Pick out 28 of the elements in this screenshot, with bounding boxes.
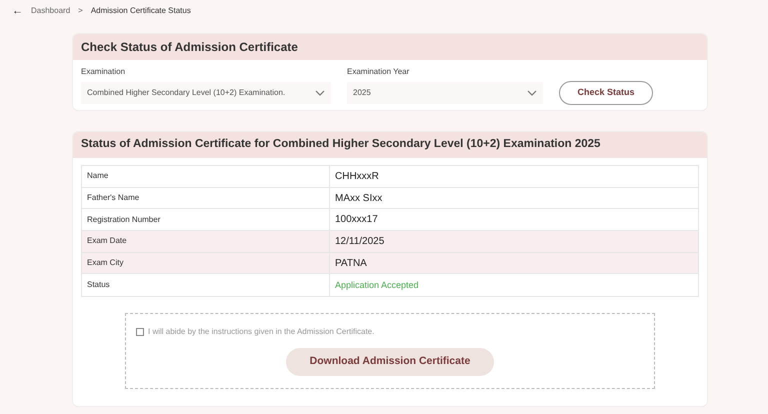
agreement-text: I will abide by the instructions given in the Admission Certificate. (148, 326, 374, 338)
table-cell: Exam City (87, 257, 124, 270)
card-title: Status of Admission Certificate for Combined Higher Secondary Level (10+2) Examination 2025 (81, 137, 600, 152)
field-label: Examination (81, 66, 126, 78)
examination-select[interactable]: Combined Higher Secondary Level (10+2) Examination. (81, 82, 331, 104)
field-label: Examination Year (347, 66, 410, 78)
table-cell-text: 12/11/2025 (335, 234, 384, 249)
checkbox[interactable] (136, 328, 144, 336)
chevron-down-icon (527, 90, 537, 96)
download-button[interactable]: Download Admission Certificate (286, 348, 494, 376)
table-cell-text: CHHxxxR (335, 170, 379, 184)
back-arrow[interactable]: ← (12, 2, 23, 20)
year-select[interactable]: 2025 (347, 82, 543, 104)
table-cell: Status (87, 279, 110, 292)
table-cell-text: PATNA (335, 256, 367, 271)
check-status-button[interactable]: Check Status (559, 81, 653, 105)
breadcrumb-separator: > (78, 5, 83, 17)
table-cell: Name (87, 170, 108, 182)
breadcrumb-current: Admission Certificate Status (90, 5, 191, 17)
table-cell-text: 100xxx17 (335, 213, 378, 228)
table-cell-text: MAxx SIxx (335, 192, 382, 206)
table-cell: Father's Name (87, 192, 140, 204)
card-title: Check Status of Admission Certificate (81, 39, 298, 56)
table-cell: Exam Date (87, 235, 127, 248)
table-cell: Registration Number (87, 214, 160, 226)
table-cell-text: Application Accepted (335, 278, 419, 292)
chevron-down-icon (315, 90, 325, 96)
breadcrumb-link[interactable]: Dashboard (31, 5, 70, 17)
